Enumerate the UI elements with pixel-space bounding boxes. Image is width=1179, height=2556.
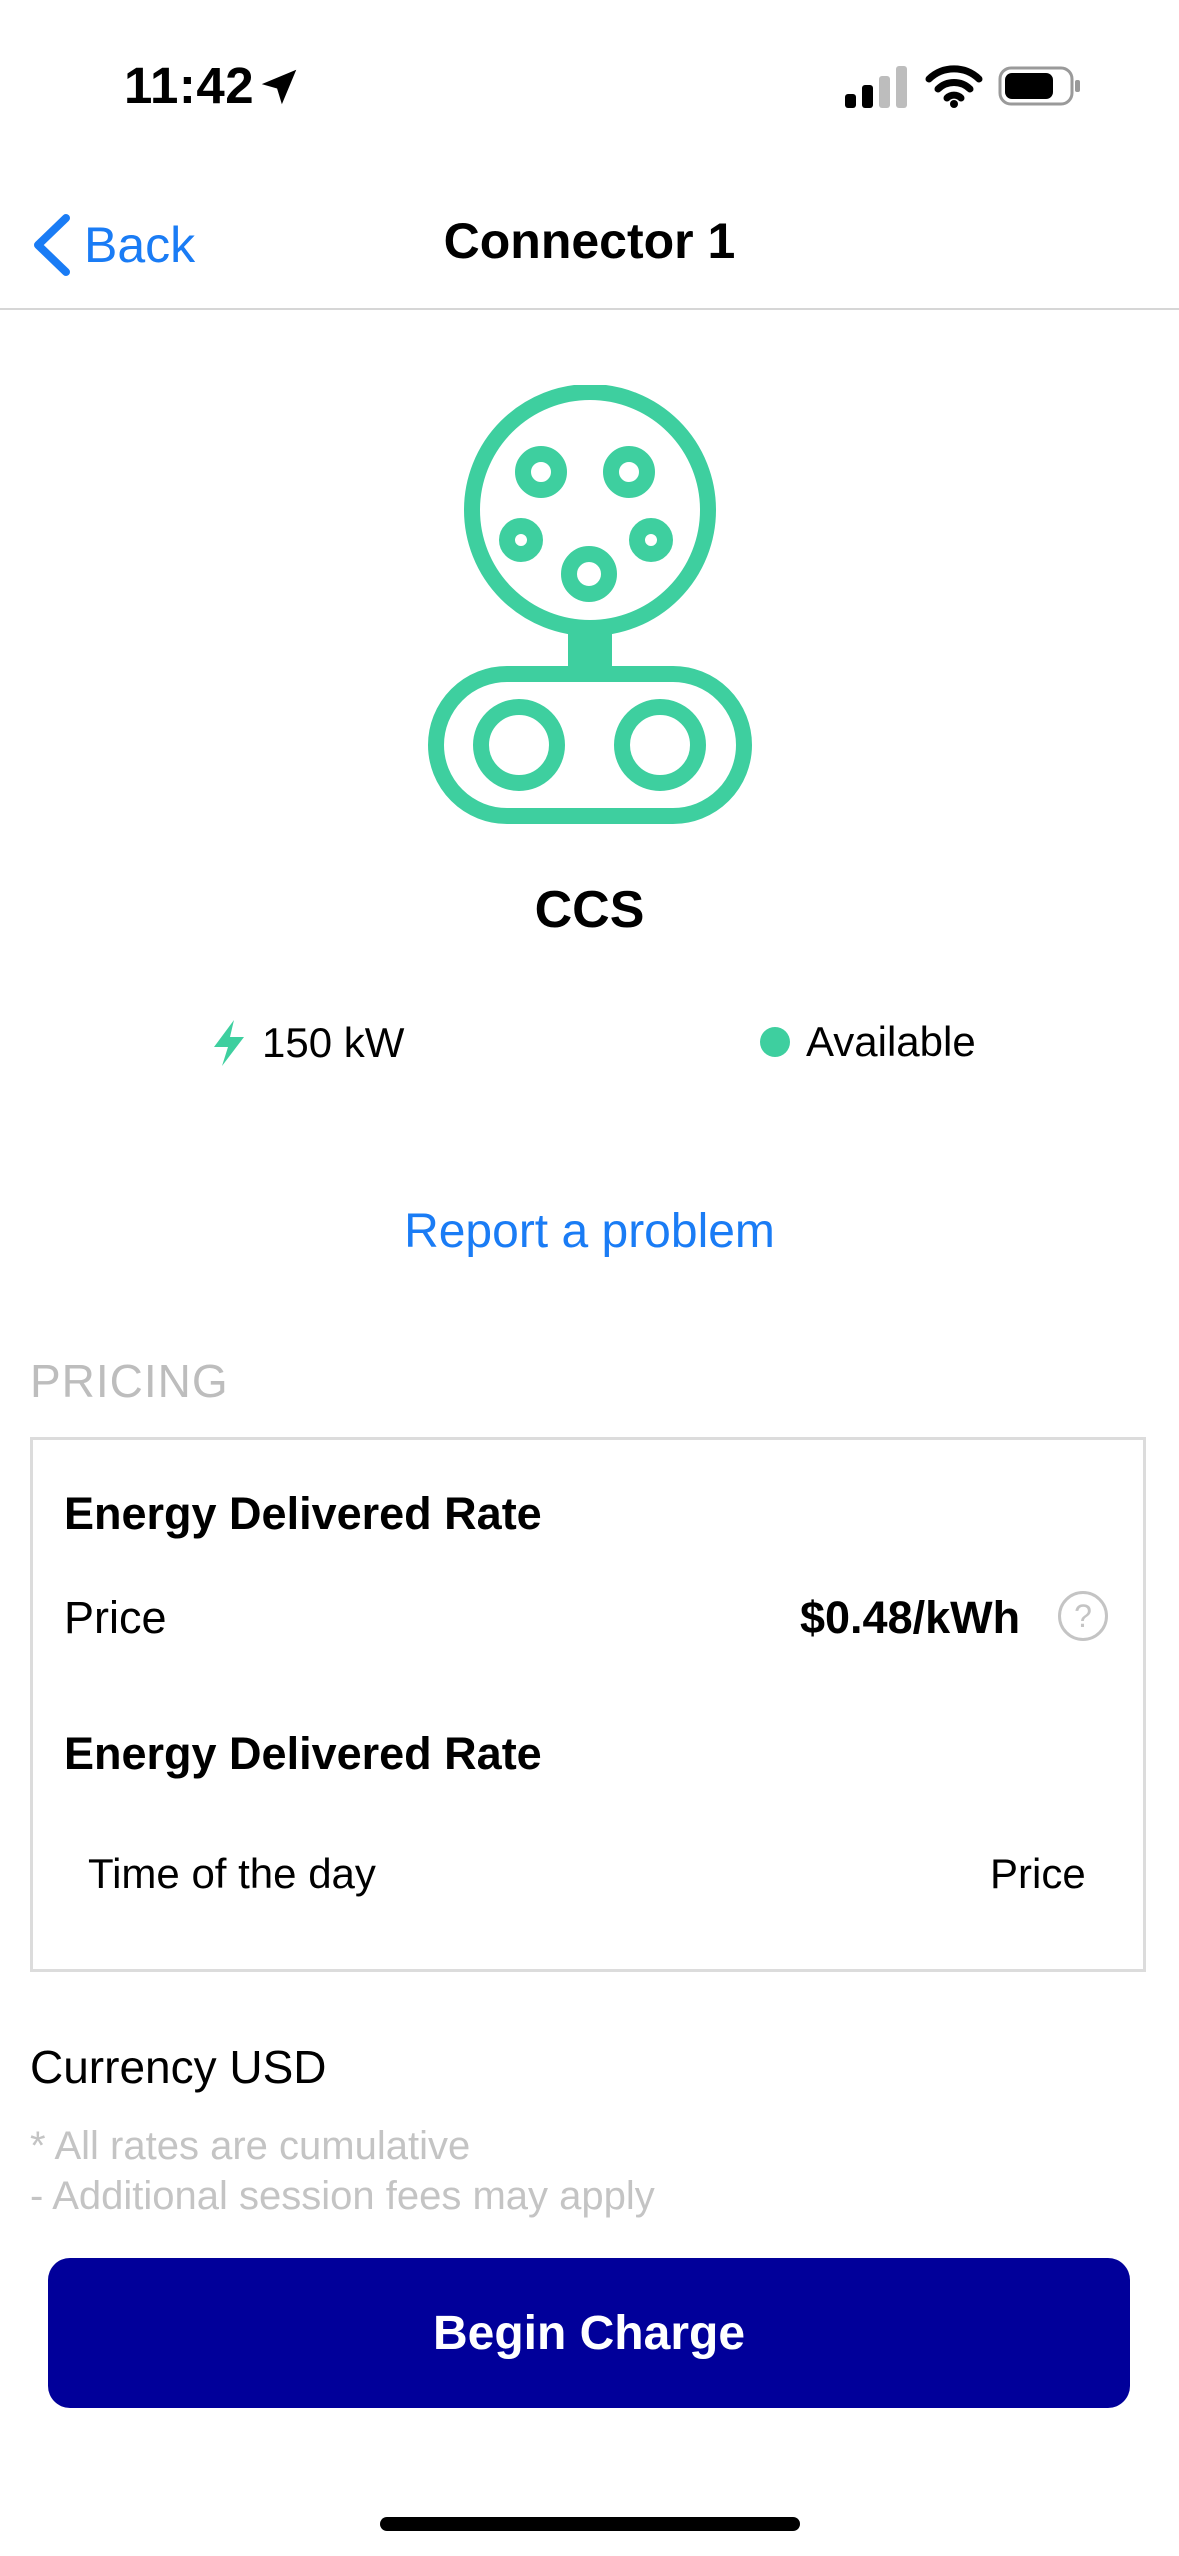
page-title: Connector 1 [443, 213, 736, 269]
location-arrow-icon [261, 69, 297, 105]
lightning-bolt-icon [214, 1020, 244, 1066]
battery-icon [998, 66, 1080, 106]
availability-status: Available [760, 1018, 976, 1066]
currency-label: Currency USD [30, 2041, 327, 2093]
power-value: 150 kW [262, 1019, 405, 1066]
help-question-icon[interactable]: ? [1058, 1591, 1108, 1641]
note-session-fees: - Additional session fees may apply [30, 2174, 655, 2218]
begin-charge-button[interactable]: Begin Charge [48, 2258, 1130, 2408]
status-dot [760, 1027, 790, 1057]
home-indicator[interactable] [380, 2517, 800, 2531]
ccs-connector-icon [428, 385, 752, 824]
power-rating: 150 kW [210, 1018, 404, 1068]
pricing-header: PRICING [30, 1355, 229, 1407]
availability-label: Available [806, 1018, 976, 1065]
rate-title: Energy Delivered Rate [64, 1488, 542, 1539]
note-cumulative: * All rates are cumulative [30, 2124, 471, 2168]
report-problem-link[interactable]: Report a problem [0, 1204, 1179, 1259]
price-column-header: Price [990, 1850, 1086, 1897]
cellular-signal-icon [845, 66, 907, 108]
price-label: Price [64, 1592, 167, 1643]
connector-type: CCS [534, 881, 645, 939]
rate-title: Energy Delivered Rate [64, 1728, 542, 1779]
time-of-day-column-header: Time of the day [88, 1850, 376, 1897]
status-time: 11:42 [124, 57, 255, 114]
wifi-icon [925, 65, 983, 108]
price-value: $0.48/kWh [800, 1592, 1021, 1643]
